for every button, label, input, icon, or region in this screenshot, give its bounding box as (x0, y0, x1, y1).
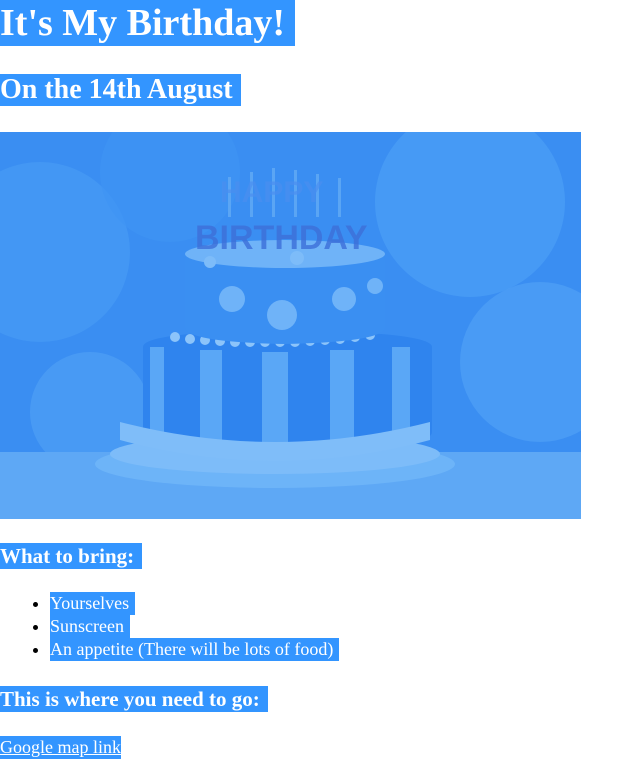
list-item: An appetite (There will be lots of food) (50, 638, 340, 661)
birthday-cake-icon: HAPPY BIRTHDAY (0, 132, 581, 519)
what-to-bring-heading: What to bring: (0, 543, 143, 569)
list-item-label: Sunscreen (50, 615, 130, 638)
directions-heading: This is where you need to go: (0, 686, 268, 712)
page-subtitle: On the 14th August (0, 74, 241, 106)
list-item-label: An appetite (There will be lots of food) (50, 638, 340, 661)
list-item: Yourselves (50, 592, 339, 615)
bring-list: Yourselves Sunscreen An appetite (There … (0, 592, 340, 661)
google-map-link[interactable]: Google map link (0, 736, 121, 759)
list-item: Sunscreen (50, 615, 339, 638)
svg-text:HAPPY: HAPPY (220, 176, 323, 209)
list-item-label: Yourselves (50, 592, 136, 615)
page-title: It's My Birthday! (0, 0, 295, 46)
birthday-cake-image: HAPPY BIRTHDAY (0, 132, 581, 519)
svg-text:BIRTHDAY: BIRTHDAY (195, 219, 368, 257)
